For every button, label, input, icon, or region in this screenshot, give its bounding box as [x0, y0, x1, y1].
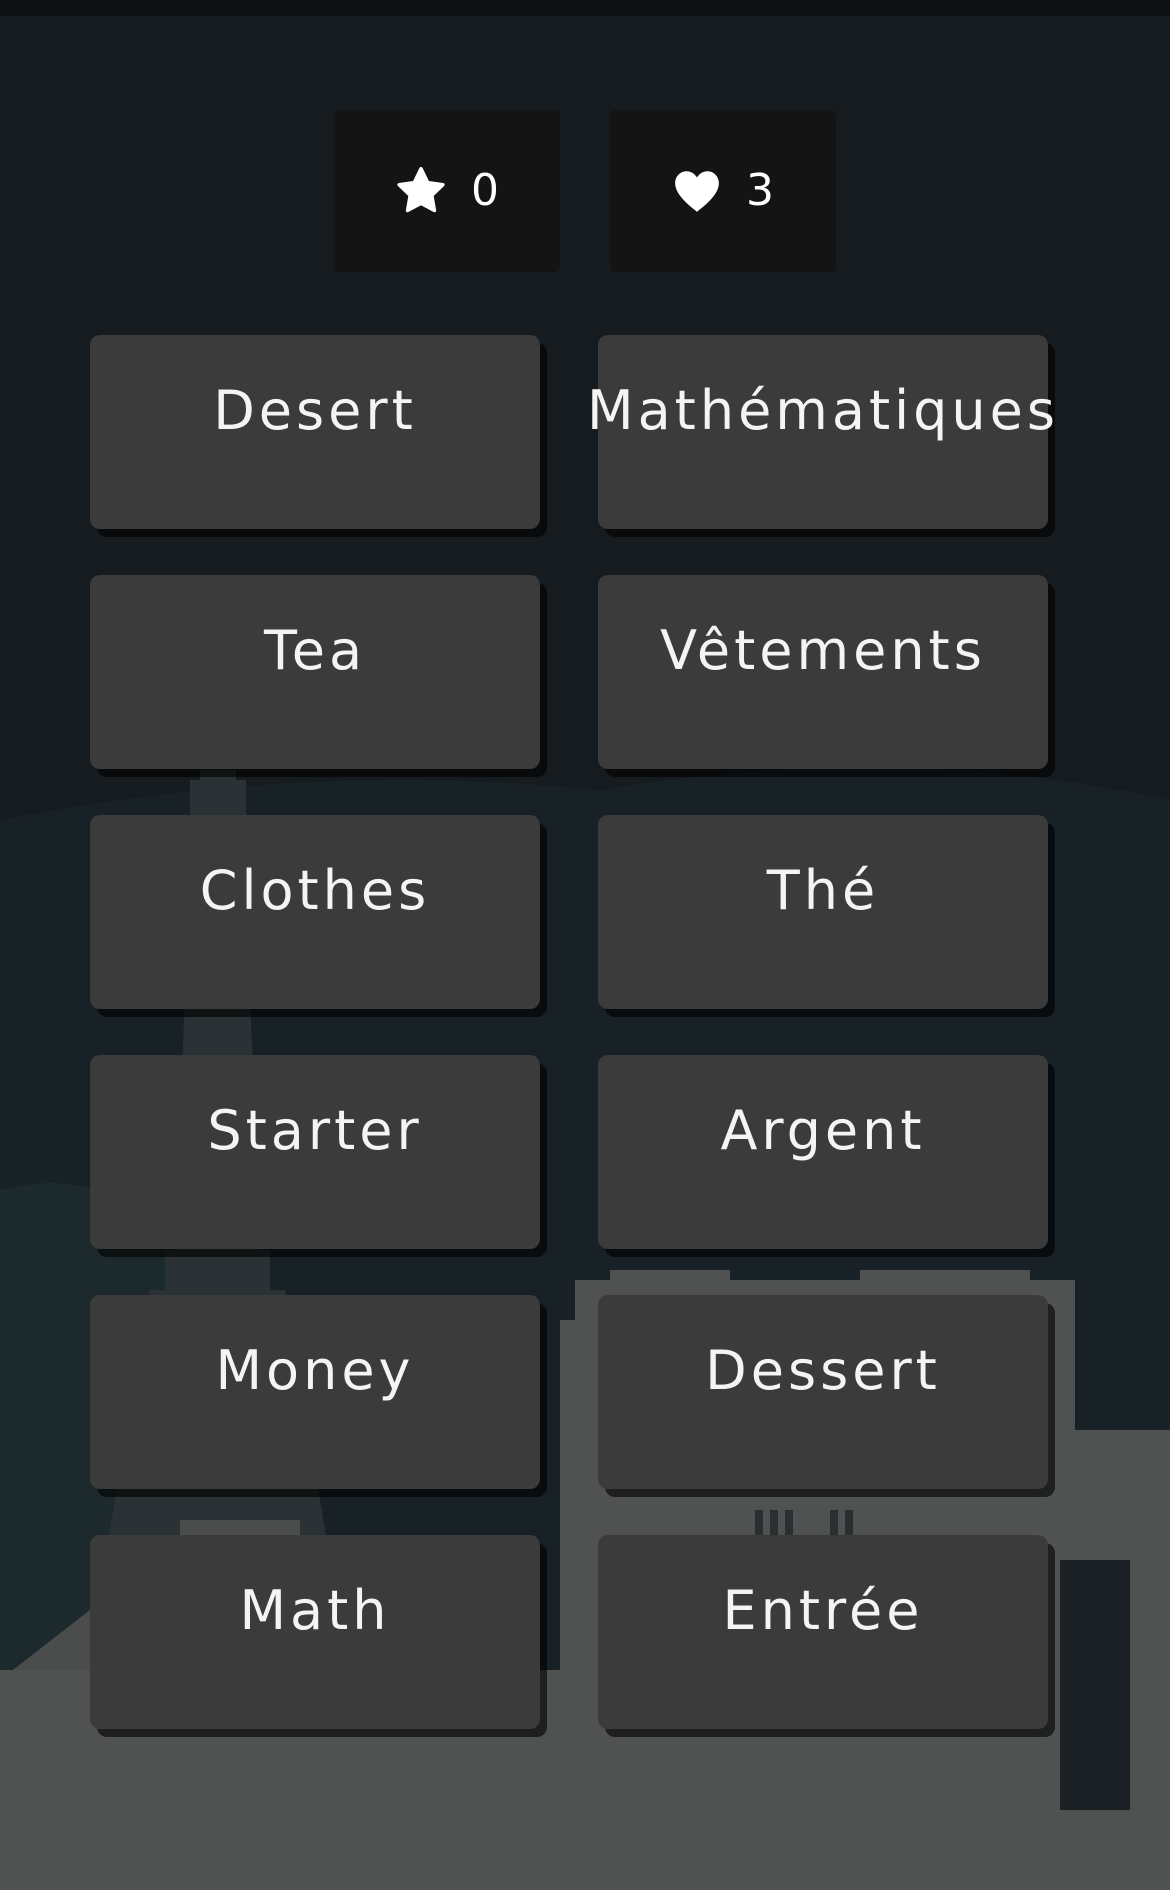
word-card-argent[interactable]: Argent: [598, 1055, 1048, 1249]
word-card-clothes[interactable]: Clothes: [90, 815, 540, 1009]
lives-value: 3: [746, 165, 774, 216]
heart-icon: [672, 169, 722, 213]
word-card-the[interactable]: Thé: [598, 815, 1048, 1009]
word-card-desert[interactable]: Desert: [90, 335, 540, 529]
word-card-label: Dessert: [705, 1339, 941, 1402]
word-card-label: Tea: [263, 619, 367, 682]
word-card-label: Mathématiques: [586, 379, 1060, 442]
word-card-label: Math: [239, 1579, 391, 1642]
word-card-label: Thé: [766, 859, 880, 922]
word-card-label: Vêtements: [660, 619, 986, 682]
word-card-money[interactable]: Money: [90, 1295, 540, 1489]
word-card-label: Entrée: [722, 1579, 924, 1642]
stars-value: 0: [471, 165, 499, 216]
word-card-label: Desert: [213, 379, 417, 442]
word-card-grid: Desert Mathématiques Tea Vêtements Cloth…: [90, 335, 1055, 1729]
word-card-label: Starter: [207, 1099, 423, 1162]
word-card-starter[interactable]: Starter: [90, 1055, 540, 1249]
stars-counter: 0: [334, 110, 560, 272]
word-card-label: Clothes: [199, 859, 431, 922]
word-card-entree[interactable]: Entrée: [598, 1535, 1048, 1729]
word-card-math[interactable]: Math: [90, 1535, 540, 1729]
lives-counter: 3: [610, 110, 836, 272]
word-card-vetements[interactable]: Vêtements: [598, 575, 1048, 769]
word-card-dessert[interactable]: Dessert: [598, 1295, 1048, 1489]
word-card-tea[interactable]: Tea: [90, 575, 540, 769]
word-card-mathematiques[interactable]: Mathématiques: [587, 335, 1055, 529]
word-card-label: Money: [215, 1339, 415, 1402]
word-card-label: Argent: [720, 1099, 926, 1162]
star-icon: [395, 166, 447, 216]
